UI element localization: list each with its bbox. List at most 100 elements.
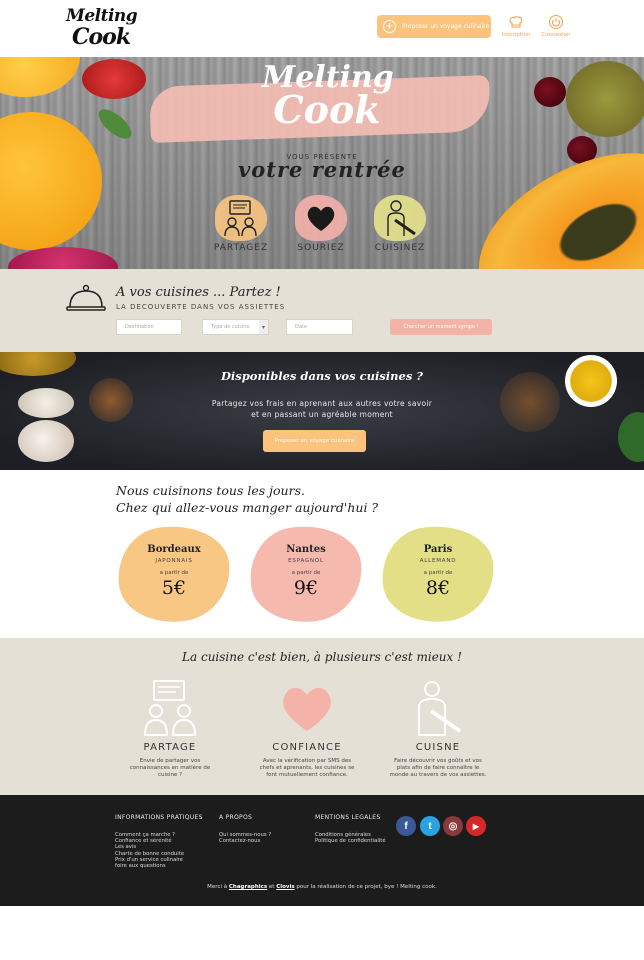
- credits-link-clovis[interactable]: Clovis: [276, 884, 294, 890]
- search-title: A vos cuisines ... Partez !: [116, 285, 281, 300]
- value-description: Faire découvrir vos goûts et vos plats a…: [388, 758, 488, 779]
- banner-text: Partagez vos frais en aprenant aux autre…: [0, 398, 644, 420]
- value-cook: CUISNE Faire découvrir vos goûts et vos …: [388, 678, 488, 779]
- date-input[interactable]: Date: [286, 319, 353, 335]
- footer-link[interactable]: Politique de confidentialité: [315, 838, 386, 844]
- value-desc-line: monde au travers de vos assiettes.: [389, 772, 487, 778]
- city-price: 9€: [293, 577, 319, 599]
- citrus-image: [0, 57, 80, 97]
- price-prefix: a partir de: [159, 570, 189, 576]
- value-trust: CONFIANCE Avec la vérification par SMS d…: [257, 678, 357, 779]
- facebook-icon[interactable]: f: [396, 816, 416, 836]
- value-description: Envie de partager vos connaissances en m…: [120, 758, 220, 779]
- cities-title-line: Chez qui allez-vous manger aujourd'hui ?: [116, 500, 379, 515]
- login-link[interactable]: Connexion: [536, 14, 576, 38]
- hero-feature-cook: CUISINEZ: [368, 195, 432, 253]
- page-bottom-space: [0, 906, 644, 960]
- site-header: Melting Cook + Proposer un voyage culina…: [0, 0, 644, 57]
- site-logo[interactable]: Melting Cook: [64, 4, 138, 52]
- banner-text-line: et en passant un agréable moment: [251, 410, 393, 419]
- hero-feature-smile: SOURIEZ: [289, 195, 353, 253]
- credits-link-chagraphics[interactable]: Chagraphics: [229, 884, 267, 890]
- signup-label: Inscription: [501, 32, 531, 38]
- hero-banner: Melting Cook VOUS PRÉSENTE votre rentrée…: [0, 57, 644, 269]
- strawberry-image: [82, 59, 146, 99]
- footer-col-legal: MENTIONS LEGALES Conditions générales Po…: [315, 814, 386, 844]
- city-name: Paris: [423, 544, 453, 555]
- plus-icon: +: [383, 20, 396, 33]
- value-desc-line: Avec la vérification par SMS des: [262, 758, 352, 764]
- city-card-bordeaux[interactable]: Bordeaux JAPONNAIS a partir de 5€: [111, 518, 237, 630]
- cloche-icon: [66, 284, 106, 311]
- chat-people-icon: [224, 200, 257, 237]
- pink-blot: [295, 195, 347, 241]
- chef-knife-icon: [418, 681, 462, 736]
- city-cuisine: JAPONNAIS: [155, 558, 193, 564]
- city-card-nantes[interactable]: Nantes ESPAGNOL a partir de 9€: [243, 518, 369, 630]
- cities-title: Nous cuisinons tous les jours. Chez qui …: [116, 482, 516, 516]
- chevron-down-icon: ▾: [259, 320, 268, 334]
- credits-part: et: [268, 884, 275, 890]
- garlic-image: [18, 420, 74, 462]
- heart-icon: [307, 206, 335, 231]
- value-share: PARTAGE Envie de partager vos connaissan…: [120, 678, 220, 779]
- footer-link[interactable]: Contactez-nous: [219, 838, 271, 844]
- city-cuisine: ESPAGNOL: [288, 558, 324, 564]
- yellow-blot: [374, 195, 426, 241]
- price-prefix: a partir de: [291, 570, 321, 576]
- values-title: La cuisine c'est bien, à plusieurs c'est…: [182, 650, 462, 664]
- search-button-label: Chercher un moment sympa !: [403, 324, 479, 330]
- site-footer: INFORMATIONS PRATIQUES Comment ça marche…: [0, 795, 644, 906]
- papaya-image: [452, 120, 644, 269]
- value-desc-line: plats afin de faire connaître le: [396, 765, 480, 771]
- cities-title-line: Nous cuisinons tous les jours.: [116, 483, 305, 498]
- cuisine-type-value: Type de cuisine: [211, 324, 250, 330]
- value-title: PARTAGE: [143, 742, 197, 753]
- footer-col-practical: INFORMATIONS PRATIQUES Comment ça marche…: [115, 814, 203, 869]
- cuisine-type-select[interactable]: Type de cuisine ▾: [202, 319, 269, 335]
- value-title: CONFIANCE: [272, 742, 342, 753]
- propose-trip-button[interactable]: + Proposer un voyage culinaire: [377, 15, 491, 38]
- credits-text: Merci à Chagraphics et Clovis pour la ré…: [0, 884, 644, 890]
- destination-placeholder: Destination: [125, 324, 154, 330]
- propose-trip-button-banner[interactable]: Proposer un voyage culinaire: [263, 430, 366, 452]
- credits-part: Merci à: [207, 884, 228, 890]
- cherry-image: [534, 77, 566, 107]
- city-name: Nantes: [286, 544, 326, 555]
- login-label: Connexion: [541, 32, 571, 38]
- hero-feature-label: PARTAGEZ: [213, 243, 269, 253]
- city-card-paris[interactable]: Paris ALLEMAND a partir de 8€: [375, 518, 501, 630]
- heart-icon: [283, 687, 331, 731]
- chef-hat-icon: [509, 15, 523, 28]
- value-desc-line: connaissances en matière de: [129, 765, 211, 771]
- banner-title: Disponibles dans vos cuisines ?: [220, 369, 424, 383]
- footer-heading: MENTIONS LEGALES: [315, 814, 381, 821]
- city-price: 8€: [425, 577, 451, 599]
- hero-feature-label: CUISINEZ: [374, 243, 426, 253]
- leaf-image: [93, 104, 137, 144]
- hero-title: votre rentrée: [238, 157, 406, 182]
- youtube-icon[interactable]: ▶: [466, 816, 486, 836]
- twitter-icon[interactable]: t: [420, 816, 440, 836]
- chef-knife-icon: [387, 200, 416, 236]
- credits-part: pour la réalisation de ce projet, bye ! …: [296, 884, 437, 890]
- hero-logo: Melting Cook: [262, 63, 394, 132]
- logo-text-top: Melting: [66, 6, 138, 26]
- destination-input[interactable]: Destination: [116, 319, 182, 335]
- search-subtitle: LA DECOUVERTE DANS VOS ASSIETTES: [116, 303, 286, 311]
- value-desc-line: Faire découvrir vos goûts et vos: [394, 758, 482, 764]
- city-name: Bordeaux: [147, 544, 201, 555]
- power-icon: [549, 15, 563, 29]
- value-title: CUISNE: [415, 742, 461, 753]
- footer-link[interactable]: foire aux questions: [115, 863, 203, 869]
- propose-trip-label: Proposer un voyage culinaire: [402, 23, 490, 30]
- hero-logo-bottom: Cook: [273, 87, 381, 132]
- signup-link[interactable]: Inscription: [496, 14, 536, 38]
- price-prefix: a partir de: [423, 570, 453, 576]
- values-section: La cuisine c'est bien, à plusieurs c'est…: [0, 638, 644, 795]
- instagram-icon[interactable]: ◎: [443, 816, 463, 836]
- footer-col-about: A PROPOS Qui sommes-nous ? Contactez-nou…: [219, 814, 271, 844]
- logo-text-bottom: Cook: [72, 24, 131, 50]
- hero-feature-label: SOURIEZ: [297, 243, 345, 253]
- search-button[interactable]: Chercher un moment sympa !: [390, 319, 492, 335]
